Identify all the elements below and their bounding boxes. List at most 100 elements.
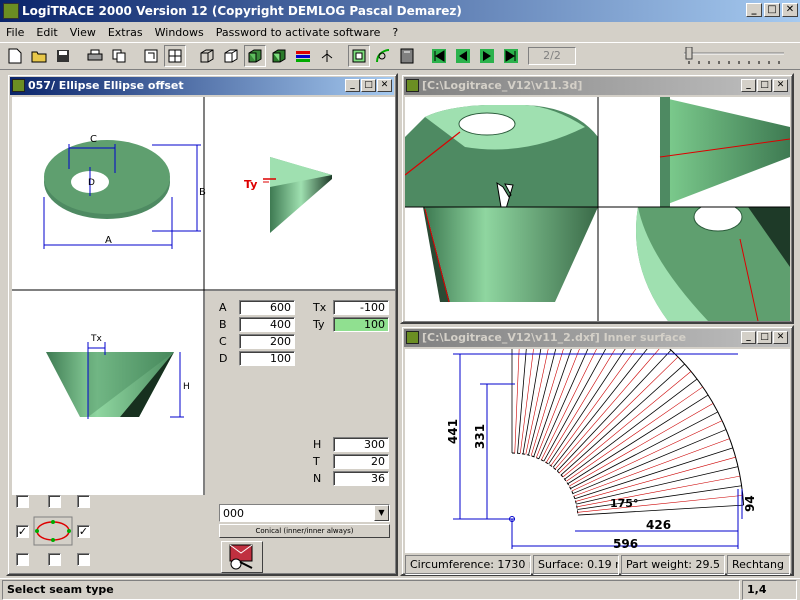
seam-checkbox-left[interactable]: ✓ [16, 525, 29, 538]
minimize-button[interactable]: _ [741, 331, 756, 344]
side-view [263, 157, 332, 233]
shape-definition-window: 057/ Ellipse Ellipse offset _ □ ✕ C D A … [6, 73, 398, 576]
menu-bar: File Edit View Extras Windows Password t… [0, 22, 800, 42]
dim-width: 426 [646, 518, 671, 532]
close-button[interactable]: ✕ [773, 331, 788, 344]
view-3d-window: [C:\Logitrace_V12\v11.3d] _ □ ✕ [400, 73, 794, 324]
seam-checkbox-top-right[interactable] [77, 495, 90, 508]
view-3d-canvas[interactable] [405, 97, 790, 321]
close-button[interactable]: ✕ [377, 79, 392, 92]
seam-ellipse-icon[interactable] [33, 516, 73, 546]
dim-total-width: 596 [613, 537, 638, 551]
zoom-slider[interactable] [684, 46, 784, 65]
curve-icon[interactable] [372, 45, 394, 67]
next-icon[interactable] [476, 45, 498, 67]
view-3d-titlebar: [C:\Logitrace_V12\v11.3d] _ □ ✕ [404, 77, 790, 95]
shape-type-info: Rechtang [727, 555, 790, 575]
menu-view[interactable]: View [64, 26, 102, 39]
new-icon[interactable] [4, 45, 26, 67]
copy-icon[interactable] [108, 45, 130, 67]
angle-label: 175° [610, 497, 638, 510]
status-coords: 1,4 [742, 580, 797, 600]
page-indicator: 2/2 [528, 47, 576, 65]
app-title-bar: LogiTRACE 2000 Version 12 (Copyright DEM… [0, 0, 800, 22]
maximize-button[interactable]: □ [757, 331, 772, 344]
maximize-button[interactable]: □ [757, 79, 772, 92]
dxf-window: [C:\Logitrace_V12\v11_2.dxf] Inner surfa… [400, 286, 794, 576]
field-t-input[interactable]: 20 [333, 454, 389, 469]
maximize-button[interactable]: □ [361, 79, 376, 92]
field-tx-input[interactable]: -100 [333, 300, 389, 315]
field-d-label: D [219, 352, 228, 365]
prev-icon[interactable] [452, 45, 474, 67]
seam-type-value: 000 [223, 507, 244, 520]
seam-type-select[interactable]: 000 ▼ [219, 504, 390, 522]
field-c-input[interactable]: 200 [239, 334, 295, 349]
front-3d-view [423, 207, 598, 303]
field-h-input[interactable]: 300 [333, 437, 389, 452]
field-ty-label: Ty [313, 318, 325, 331]
seam-checkbox-top-left[interactable] [16, 495, 29, 508]
conical-button[interactable]: Conical (inner/inner always) [219, 524, 390, 538]
maximize-button[interactable]: □ [764, 3, 780, 17]
print-icon[interactable] [84, 45, 106, 67]
field-c-label: C [219, 335, 227, 348]
cube-wire-icon[interactable] [196, 45, 218, 67]
dim-tx-label: Tx [90, 334, 102, 344]
field-d-input[interactable]: 100 [239, 351, 295, 366]
toolbar: 2/2 [0, 42, 800, 70]
menu-extras[interactable]: Extras [102, 26, 149, 39]
window-icon [406, 331, 419, 344]
view-4-icon[interactable] [164, 45, 186, 67]
minimize-button[interactable]: _ [345, 79, 360, 92]
cube-solid-icon[interactable] [244, 45, 266, 67]
cube-green-icon[interactable] [268, 45, 290, 67]
layers-icon[interactable] [292, 45, 314, 67]
close-button[interactable]: ✕ [773, 79, 788, 92]
flat-pattern-canvas[interactable]: 441 331 426 596 94 175° [405, 286, 790, 553]
field-tx-label: Tx [313, 301, 327, 314]
tree-icon[interactable] [316, 45, 338, 67]
app-title: LogiTRACE 2000 Version 12 (Copyright DEM… [22, 4, 462, 18]
seam-checkbox-top-center[interactable] [48, 495, 61, 508]
status-bar: Select seam type 1,4 [0, 578, 800, 600]
seam-checkbox-right[interactable]: ✓ [77, 525, 90, 538]
minimize-button[interactable]: _ [746, 3, 762, 17]
seam-tool-icon [229, 544, 253, 570]
menu-file[interactable]: File [0, 26, 30, 39]
chevron-down-icon[interactable]: ▼ [374, 505, 389, 521]
field-n-input[interactable]: 36 [333, 471, 389, 486]
shape-icon[interactable] [396, 45, 418, 67]
save-icon[interactable] [52, 45, 74, 67]
open-icon[interactable] [28, 45, 50, 67]
last-icon[interactable] [500, 45, 522, 67]
field-a-input[interactable]: 600 [239, 300, 295, 315]
surface-info: Surface: 0.19 m² [533, 555, 619, 575]
seam-tool-button[interactable] [221, 541, 263, 573]
app-logo-icon [3, 3, 19, 19]
dim-h-label: H [183, 382, 190, 392]
shape-window-title: 057/ Ellipse Ellipse offset [28, 79, 184, 92]
circumference-info: Circumference: 1730 mm [405, 555, 531, 575]
dim-a-label: A [105, 235, 112, 246]
seam-checkbox-bottom-center[interactable] [48, 553, 61, 566]
minimize-button[interactable]: _ [741, 79, 756, 92]
window-icon [12, 79, 25, 92]
field-b-input[interactable]: 400 [239, 317, 295, 332]
dim-inner-radius: 331 [473, 424, 487, 449]
menu-windows[interactable]: Windows [149, 26, 210, 39]
menu-edit[interactable]: Edit [30, 26, 63, 39]
field-t-label: T [313, 455, 320, 468]
menu-help[interactable]: ? [386, 26, 404, 39]
dim-c-label: C [90, 134, 97, 145]
first-icon[interactable] [428, 45, 450, 67]
front-view [46, 342, 184, 419]
seam-checkbox-bottom-left[interactable] [16, 553, 29, 566]
view-2d-icon[interactable] [140, 45, 162, 67]
menu-password[interactable]: Password to activate software [210, 26, 387, 39]
close-button[interactable]: ✕ [782, 3, 798, 17]
field-ty-input[interactable]: 100 [333, 317, 389, 332]
seam-checkbox-bottom-right[interactable] [77, 553, 90, 566]
frame-icon[interactable] [348, 45, 370, 67]
cube-icon[interactable] [220, 45, 242, 67]
